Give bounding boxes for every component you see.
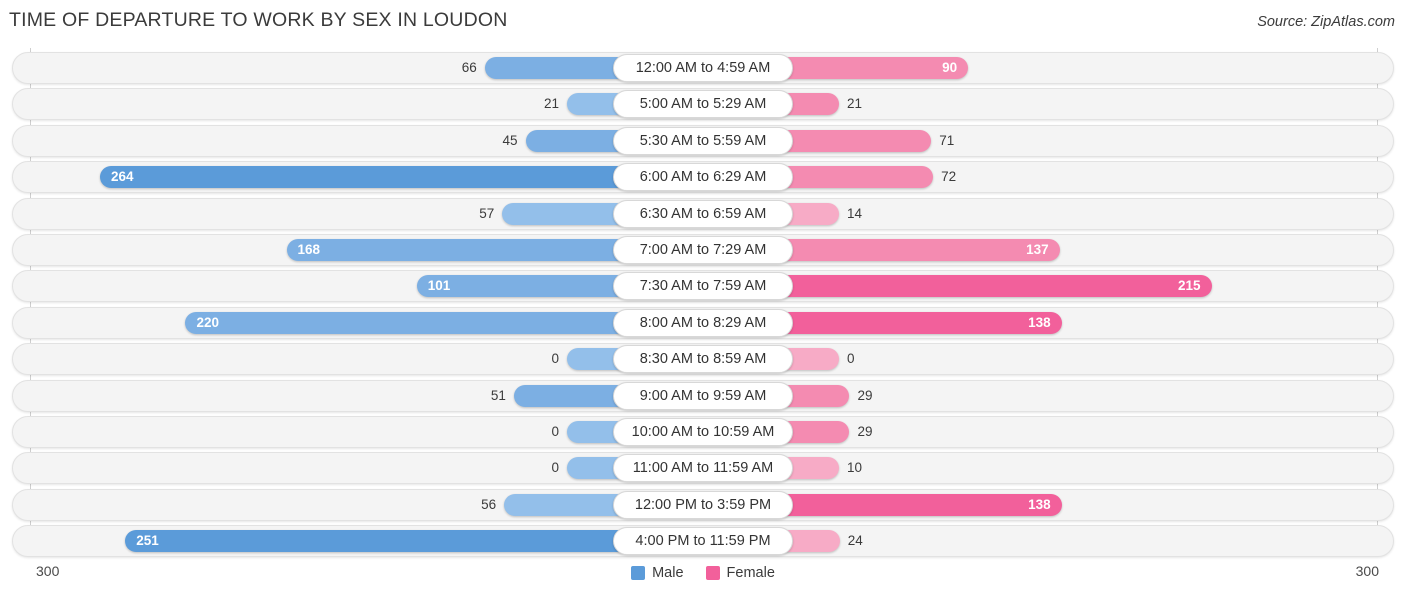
value-label-female: 72 [941,169,957,185]
value-label-female: 29 [857,387,873,403]
legend-item[interactable]: Female [705,565,775,581]
category-label: 11:00 AM to 11:59 AM [613,454,793,483]
category-label: 12:00 PM to 3:59 PM [613,490,793,519]
value-label-female: 71 [939,132,955,148]
chart-row: 168 137 7:00 AM to 7:29 AM [0,234,1406,266]
chart-root: TIME OF DEPARTURE TO WORK BY SEX IN LOUD… [0,0,1406,595]
chart-row: 21 21 5:00 AM to 5:29 AM [0,88,1406,121]
value-label-female: 10 [847,460,863,476]
page-title: TIME OF DEPARTURE TO WORK BY SEX IN LOUD… [9,9,508,31]
category-label: 5:00 AM to 5:29 AM [613,90,793,119]
value-label-male: 0 [551,424,559,439]
legend-label: Male [652,565,684,581]
category-label: 5:30 AM to 5:59 AM [613,126,793,155]
legend-label: Female [726,565,775,581]
value-label-male: 21 [543,96,559,112]
value-label-male: 51 [490,387,506,403]
source-attribution: Source: ZipAtlas.com [1257,14,1395,30]
value-label-female: 21 [847,96,863,112]
category-label: 8:30 AM to 8:59 AM [613,345,793,374]
value-label-female: 137 [1026,242,1049,257]
chart-row: 101 215 7:30 AM to 7:59 AM [0,270,1406,303]
value-label-female: 138 [1028,314,1051,330]
value-label-female: 14 [847,205,863,221]
category-label: 6:00 AM to 6:29 AM [613,163,793,192]
value-label-female: 24 [847,533,863,549]
value-label-male: 57 [479,205,495,221]
chart-row: 0 29 10:00 AM to 10:59 AM [0,416,1406,448]
chart-row: 220 138 8:00 AM to 8:29 AM [0,306,1406,339]
value-label-male: 168 [297,242,321,257]
chart-row: 0 10 11:00 AM to 11:59 AM [0,452,1406,485]
category-label: 6:30 AM to 6:59 AM [613,199,793,228]
value-label-male: 220 [196,314,219,330]
value-label-male: 264 [110,169,134,185]
value-label-female: 90 [942,60,958,75]
category-label: 7:00 AM to 7:29 AM [613,236,793,264]
chart-row: 51 29 9:00 AM to 9:59 AM [0,379,1406,412]
category-label: 10:00 AM to 10:59 AM [613,418,793,446]
chart-row: 56 138 12:00 PM to 3:59 PM [0,488,1406,521]
chart-row: 45 71 5:30 AM to 5:59 AM [0,124,1406,157]
category-label: 9:00 AM to 9:59 AM [613,381,793,410]
value-label-female: 29 [857,424,873,439]
legend-swatch-icon [631,566,646,580]
chart-row: 57 14 6:30 AM to 6:59 AM [0,197,1406,230]
value-label-female: 0 [847,351,855,367]
value-label-male: 56 [481,496,497,512]
chart-row: 0 0 8:30 AM to 8:59 AM [0,343,1406,376]
value-label-male: 0 [551,351,559,367]
legend-item[interactable]: Male [631,565,684,581]
chart-legend: Male Female [0,565,1406,581]
category-label: 12:00 AM to 4:59 AM [613,54,793,82]
value-label-male: 0 [551,460,559,476]
category-label: 7:30 AM to 7:59 AM [613,272,793,301]
legend-swatch-icon [705,566,720,580]
chart-row: 66 90 12:00 AM to 4:59 AM [0,52,1406,84]
value-label-male: 66 [461,60,477,75]
value-label-male: 101 [427,278,451,294]
category-label: 4:00 PM to 11:59 PM [613,527,793,556]
category-label: 8:00 AM to 8:29 AM [613,308,793,337]
chart-plot-area: 66 90 12:00 AM to 4:59 AM 21 21 5:00 AM to 5:… [0,48,1406,558]
chart-row: 251 24 4:00 PM to 11:59 PM [0,525,1406,558]
value-label-male: 45 [502,132,518,148]
value-label-female: 138 [1028,496,1051,512]
value-label-female: 215 [1178,278,1201,294]
chart-row: 264 72 6:00 AM to 6:29 AM [0,161,1406,194]
value-label-male: 251 [136,533,159,549]
